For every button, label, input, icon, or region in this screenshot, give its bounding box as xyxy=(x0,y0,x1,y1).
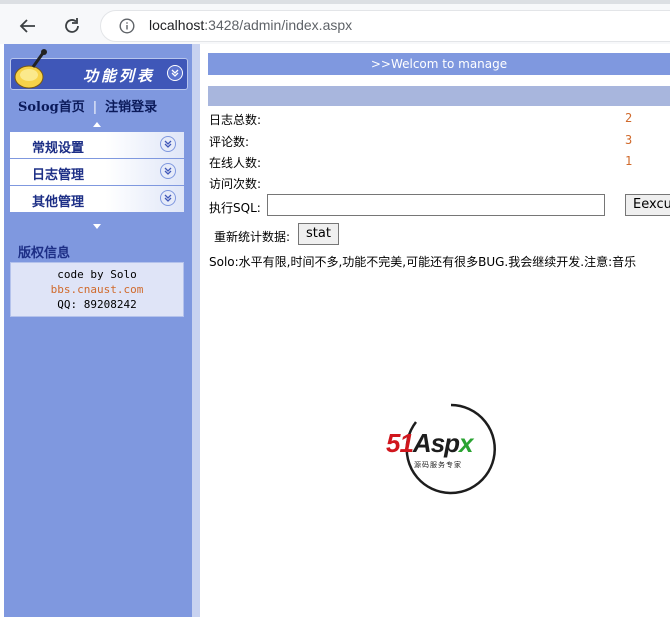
stat-value-comments: 3 xyxy=(625,133,633,147)
stat-button[interactable]: stat xyxy=(298,223,339,245)
watermark-brand: 51Aspx xyxy=(386,428,474,459)
expand-button[interactable] xyxy=(160,163,176,179)
sql-input[interactable] xyxy=(267,194,605,216)
credit-box: code by Solo bbs.cnaust.com QQ: 89208242 xyxy=(10,262,184,317)
chevron-double-down-icon xyxy=(164,167,172,175)
execute-button[interactable]: Eexcute xyxy=(625,194,670,216)
stat-label-online: 在线人数: xyxy=(209,156,262,170)
sql-label: 执行SQL: xyxy=(209,201,261,215)
sidebar-title: 功能列表 xyxy=(83,67,156,85)
notice-text: Solo:水平有限,时间不多,功能不完美,可能还有很多BUG.我会继续开发.注意… xyxy=(209,255,637,269)
menu-item-log-management[interactable]: 日志管理 xyxy=(10,159,184,185)
browser-toolbar: localhost:3428/admin/index.aspx xyxy=(0,0,670,44)
url-text: localhost:3428/admin/index.aspx xyxy=(149,17,352,33)
section-band xyxy=(208,86,670,106)
expand-button[interactable] xyxy=(160,190,176,206)
bell-logo-icon xyxy=(14,49,47,89)
expand-button[interactable] xyxy=(160,136,176,152)
chevron-double-down-icon xyxy=(164,194,172,202)
credit-author: code by Solo xyxy=(57,268,137,281)
stat-label-visits: 访问次数: xyxy=(209,177,262,191)
watermark-logo: 51Aspx 源码服务专家 xyxy=(386,402,516,496)
url-path: :3428/admin/index.aspx xyxy=(204,17,353,33)
scroll-down-arrow[interactable] xyxy=(93,224,101,229)
url-host: localhost xyxy=(149,17,205,33)
sidebar-header: 功能列表 xyxy=(10,49,188,90)
menu-item-label: 日志管理 xyxy=(32,168,85,183)
copyright-heading: 版权信息 xyxy=(18,246,71,261)
nav-separator: | xyxy=(92,100,98,115)
credit-site-link[interactable]: bbs.cnaust.com xyxy=(11,282,183,297)
stat-label-comments: 评论数: xyxy=(209,135,250,149)
chevron-double-down-icon xyxy=(171,69,179,77)
collapse-all-button[interactable] xyxy=(167,65,183,81)
logout-link[interactable]: 注销登录 xyxy=(105,100,157,115)
menu-item-label: 其他管理 xyxy=(32,195,85,210)
stat-label-posts: 日志总数: xyxy=(209,113,262,127)
stat-value-online: 1 xyxy=(625,154,633,168)
scroll-up-arrow[interactable] xyxy=(93,122,101,127)
info-icon[interactable] xyxy=(119,18,135,34)
main-content: >>Welcom to manage 日志总数: 2 评论数: 3 在线人数: … xyxy=(200,44,670,617)
watermark-brand-asp: Asp xyxy=(412,428,460,458)
menu-item-label: 常规设置 xyxy=(32,141,85,156)
sidebar-nav-links: Solog首页 | 注销登录 xyxy=(18,96,157,115)
back-button[interactable] xyxy=(16,14,40,38)
chevron-double-down-icon xyxy=(164,140,172,148)
welcome-banner: >>Welcom to manage xyxy=(208,53,670,75)
credit-qq: QQ: 89208242 xyxy=(57,298,137,311)
sidebar-menu: 常规设置 日志管理 其他管理 xyxy=(10,132,184,213)
stat-value-posts: 2 xyxy=(625,111,633,125)
address-bar[interactable]: localhost:3428/admin/index.aspx xyxy=(100,10,670,42)
recount-label: 重新统计数据: xyxy=(214,230,291,244)
frame-divider[interactable] xyxy=(192,44,200,617)
watermark-brand-51: 51 xyxy=(386,428,414,458)
reload-icon xyxy=(65,18,79,33)
menu-item-general-settings[interactable]: 常规设置 xyxy=(10,132,184,158)
back-arrow-icon xyxy=(19,19,35,33)
reload-button[interactable] xyxy=(60,14,84,38)
home-link[interactable]: Solog首页 xyxy=(18,100,85,115)
menu-item-other-management[interactable]: 其他管理 xyxy=(10,186,184,212)
watermark-tagline: 源码服务专家 xyxy=(414,461,462,469)
watermark-brand-x: x xyxy=(459,428,474,458)
sidebar: 功能列表 Solog首页 | 注销登录 常规设置 日志管理 其他管理 版权信息 … xyxy=(4,44,192,617)
